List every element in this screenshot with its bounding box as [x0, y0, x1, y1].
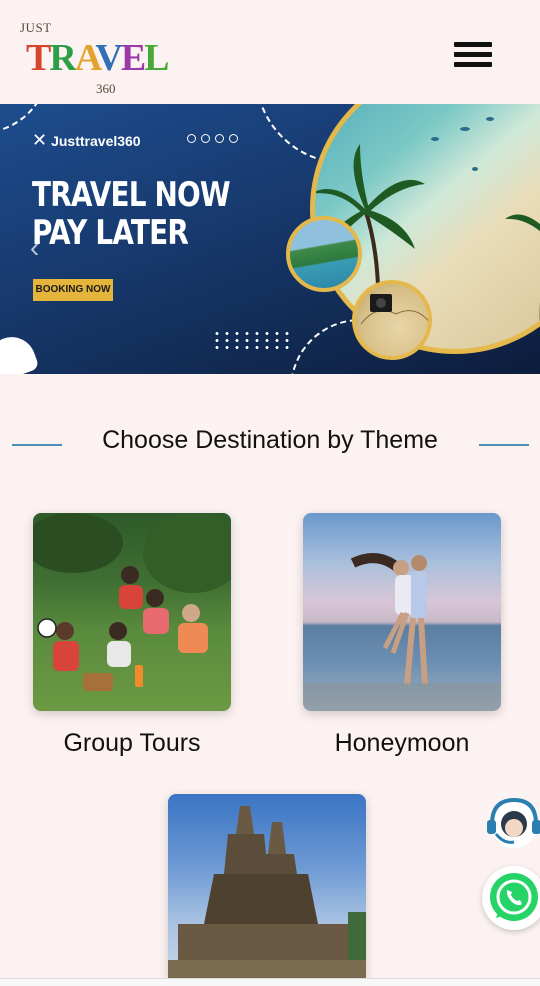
divider-right	[479, 444, 529, 446]
booking-now-button[interactable]: BOOKING NOW	[33, 279, 113, 301]
whatsapp-icon[interactable]	[482, 866, 540, 930]
logo-just-text: JUST	[20, 20, 52, 35]
section-title: Choose Destination by Theme	[102, 426, 438, 454]
chevron-left-icon[interactable]: ‹	[30, 232, 39, 264]
section-header: Choose Destination by Theme	[0, 422, 540, 462]
map-camera-image	[352, 280, 432, 360]
family-picnic-illustration	[33, 513, 231, 691]
theme-label: Honeymoon	[334, 729, 470, 757]
dot-pattern	[212, 330, 292, 352]
temple-illustration	[168, 806, 366, 978]
bottom-edge	[0, 978, 540, 986]
banner-brand-text: Justtravel360	[51, 133, 141, 149]
theme-label: Group Tours	[63, 729, 201, 757]
logo-travel-text: TRAVEL	[26, 37, 170, 79]
honeymoon-image	[303, 513, 501, 711]
carousel-dots	[187, 130, 243, 148]
headline-line-2: PAY LATER	[32, 213, 189, 253]
hero-banner[interactable]: ✕ Justtravel360 TRAVEL NOW PAY LATER ‹ BO…	[0, 104, 540, 374]
plane-icon: ✕	[32, 130, 48, 150]
group-tours-image	[33, 513, 231, 711]
theme-card-group-tours[interactable]: Group Tours	[33, 513, 231, 758]
brand-logo[interactable]: JUST TRAVEL 360	[18, 18, 170, 98]
theme-card-heritage[interactable]	[168, 794, 366, 986]
temple-image	[168, 794, 366, 978]
logo-360-text: 360	[96, 81, 116, 96]
site-header: JUST TRAVEL 360	[0, 0, 540, 104]
banner-brand: ✕ Justtravel360	[32, 130, 141, 151]
coastline-image	[286, 216, 362, 292]
banner-dashed-path	[290, 319, 360, 374]
headline-line-1: TRAVEL NOW	[32, 175, 231, 215]
brush-stroke	[0, 330, 40, 374]
support-agent-icon[interactable]	[484, 796, 540, 850]
banner-headline: TRAVEL NOW PAY LATER	[32, 176, 245, 252]
theme-card-honeymoon[interactable]: Honeymoon	[303, 513, 501, 758]
menu-icon[interactable]	[454, 42, 492, 72]
couple-beach-illustration	[303, 553, 501, 711]
